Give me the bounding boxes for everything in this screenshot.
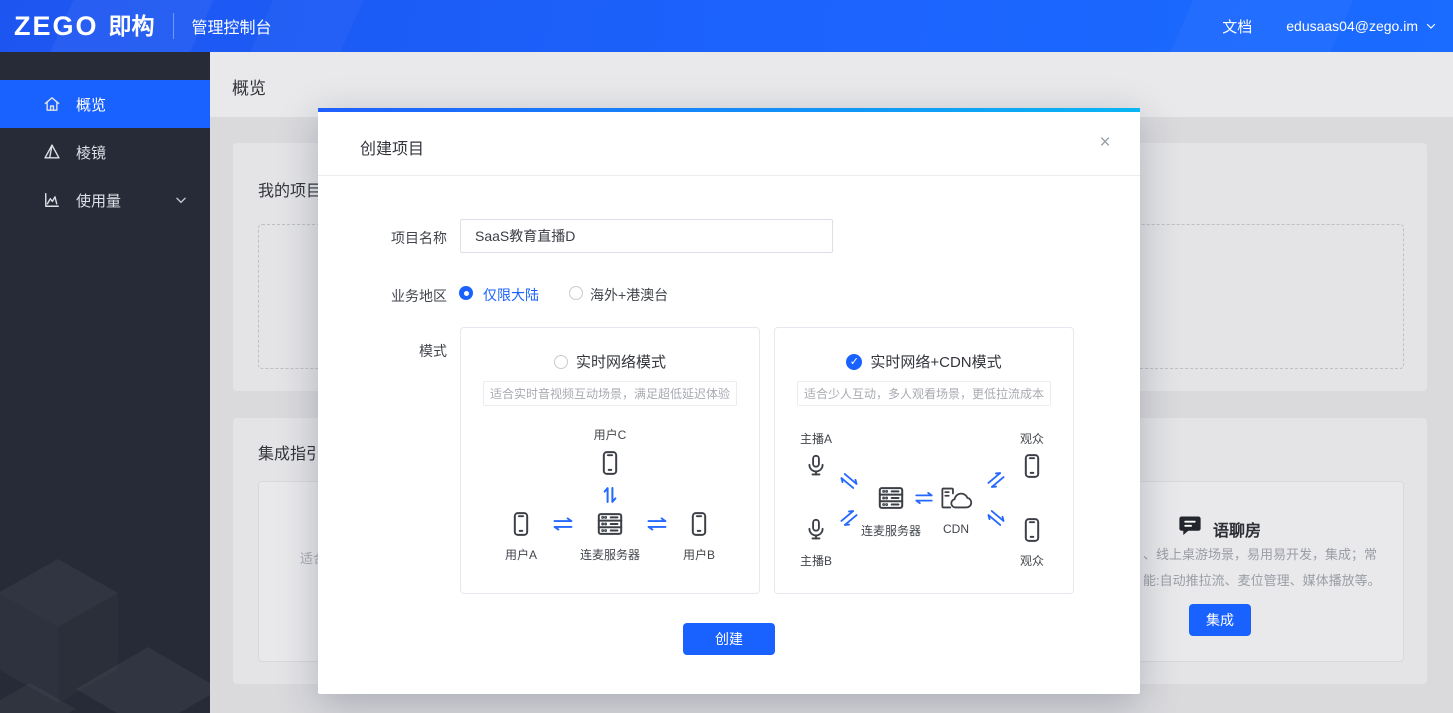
double-arrow-icon <box>914 492 934 504</box>
zego-logo[interactable]: ZEGO <box>14 12 99 40</box>
region-label: 业务地区 <box>391 288 447 304</box>
voice-room-desc-line2: 能:自动推拉流、麦位管理、媒体播放等。 <box>1143 573 1381 588</box>
mode-card-cdn[interactable]: ✓ 实时网络+CDN模式 适合少人互动，多人观看场景，更低拉流成本 主播A 主播… <box>774 327 1074 594</box>
double-arrow-diagonal-icon <box>984 469 1007 491</box>
phone-icon <box>507 510 535 538</box>
voice-room-desc-line1: 、线上桌游场景，易用易开发，集成；常 <box>1143 547 1378 562</box>
sidebar-item-label: 棱镜 <box>76 144 107 162</box>
region-option-mainland-label[interactable]: 仅限大陆 <box>483 285 539 305</box>
phone-icon <box>685 510 713 538</box>
diagram-node-label: 主播B <box>799 554 833 568</box>
double-arrow-diagonal-icon <box>837 507 860 529</box>
microphone-icon <box>803 517 829 543</box>
docs-link[interactable]: 文档 <box>1222 16 1252 37</box>
double-arrow-diagonal-icon <box>984 507 1007 529</box>
mode-rtc-title: 实时网络模式 <box>575 354 666 371</box>
integration-guide-title: 集成指引 <box>258 446 323 463</box>
double-arrow-icon <box>552 517 574 531</box>
region-radio-mainland[interactable] <box>459 286 473 300</box>
diagram-node-label: 连麦服务器 <box>860 524 922 538</box>
region-radio-overseas[interactable] <box>569 286 583 300</box>
diagram-node-label: 观众 <box>1019 432 1045 446</box>
page-title: 概览 <box>232 79 266 98</box>
diagram-node-label: CDN <box>943 522 969 536</box>
chevron-down-icon <box>1425 20 1437 32</box>
modal-title: 创建项目 <box>360 141 425 158</box>
mode-rtc-radio[interactable] <box>553 354 568 369</box>
modal-gradient-bar <box>318 108 1140 112</box>
project-name-input[interactable] <box>460 219 833 253</box>
zego-logo-cjk[interactable]: 即构 <box>109 14 155 38</box>
server-icon <box>594 508 626 540</box>
account-email: edusaas04@zego.im <box>1286 18 1418 34</box>
mode-cdn-description: 适合少人互动，多人观看场景，更低拉流成本 <box>796 381 1052 406</box>
logo-divider <box>172 13 174 39</box>
sidebar-menu: 概览 棱镜 使用量 <box>0 80 210 224</box>
create-project-modal: 创建项目 × 项目名称 业务地区 仅限大陆 海外+港澳台 模式 实时网络模式 适… <box>318 108 1140 694</box>
diagram-node-label: 用户A <box>504 548 538 562</box>
diagram-node-label: 观众 <box>1019 554 1045 568</box>
mode-card-rtc[interactable]: 实时网络模式 适合实时音视频互动场景，满足超低延迟体验 用户C 用户A 连麦服务… <box>460 327 760 594</box>
sidebar-item-usage[interactable]: 使用量 <box>0 176 210 224</box>
sidebar: 概览 棱镜 使用量 <box>0 52 210 713</box>
microphone-icon <box>803 453 829 479</box>
sidebar-item-prism[interactable]: 棱镜 <box>0 128 210 176</box>
diagram-node-label: 主播A <box>799 432 833 446</box>
my-projects-title: 我的项目 <box>258 183 323 200</box>
diagram-node-label: 连麦服务器 <box>579 548 641 562</box>
diagram-node-label: 用户C <box>593 428 627 442</box>
modal-header-divider <box>318 175 1140 176</box>
sidebar-item-overview[interactable]: 概览 <box>0 80 210 128</box>
sidebar-item-label: 概览 <box>76 96 107 114</box>
topbar: ZEGO 即构 管理控制台 文档 edusaas04@zego.im <box>0 0 1453 52</box>
voice-room-description: 、线上桌游场景，易用易开发，集成；常 能:自动推拉流、麦位管理、媒体播放等。 <box>1143 542 1381 594</box>
diagram-node-label: 用户B <box>682 548 716 562</box>
region-option-overseas-label[interactable]: 海外+港澳台 <box>590 285 668 305</box>
double-arrow-vertical-icon <box>603 485 617 505</box>
project-name-label: 项目名称 <box>391 230 447 246</box>
integrate-button[interactable]: 集成 <box>1189 604 1251 636</box>
account-menu[interactable]: edusaas04@zego.im <box>1286 18 1437 34</box>
close-icon[interactable]: × <box>1094 132 1116 154</box>
phone-icon <box>596 449 624 477</box>
mode-cdn-radio-checked-icon[interactable]: ✓ <box>846 353 863 370</box>
console-title: 管理控制台 <box>191 20 272 37</box>
phone-icon <box>1018 516 1046 544</box>
mode-cdn-title: 实时网络+CDN模式 <box>870 354 1002 371</box>
sidebar-cubes-decoration <box>0 559 210 713</box>
mode-rtc-description: 适合实时音视频互动场景，满足超低延迟体验 <box>482 381 738 406</box>
home-icon <box>42 94 62 114</box>
create-button[interactable]: 创建 <box>683 623 775 655</box>
voice-room-title: 语聊房 <box>1213 523 1262 540</box>
usage-chart-icon <box>42 190 62 210</box>
double-arrow-icon <box>646 517 668 531</box>
cdn-icon <box>939 484 975 512</box>
voice-room-icon <box>1177 513 1203 539</box>
chevron-down-icon <box>174 193 188 207</box>
prism-icon <box>42 142 62 162</box>
phone-icon <box>1018 452 1046 480</box>
mode-label: 模式 <box>419 343 447 359</box>
server-icon <box>875 482 907 514</box>
double-arrow-diagonal-icon <box>837 470 860 492</box>
sidebar-item-label: 使用量 <box>76 192 122 210</box>
